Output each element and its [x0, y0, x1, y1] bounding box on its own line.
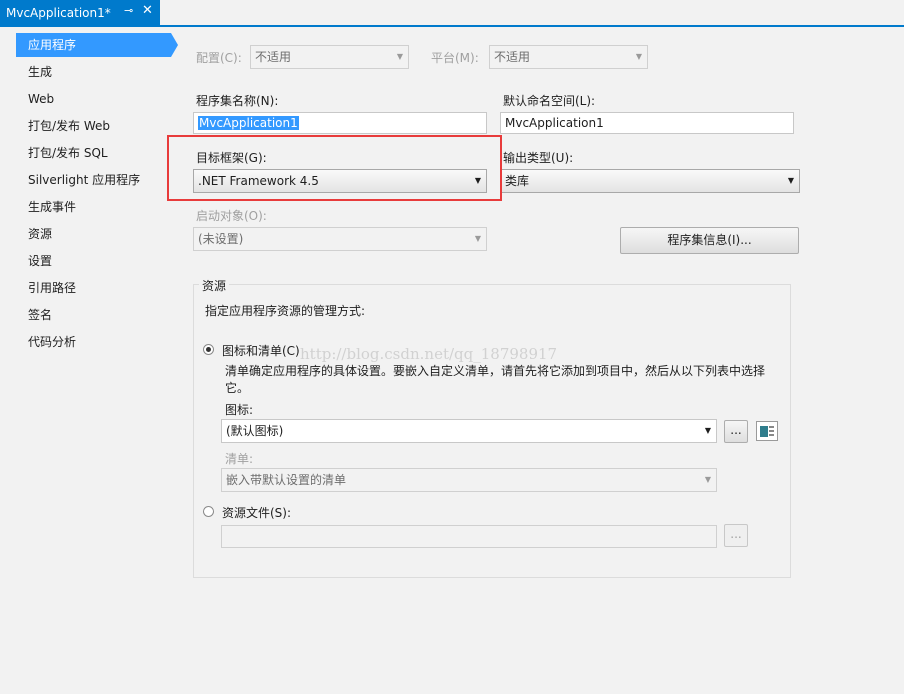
sidebar-item-package-sql[interactable]: 打包/发布 SQL [16, 141, 171, 165]
icon-label: 图标: [225, 403, 254, 417]
assembly-name-value: MvcApplication1 [198, 116, 299, 130]
platform-value: 不适用 [494, 50, 531, 64]
output-type-value: 类库 [505, 174, 530, 188]
assembly-info-button[interactable]: 程序集信息(I)... [620, 227, 799, 254]
assembly-name-input[interactable]: MvcApplication1 [193, 112, 487, 134]
sidebar-item-code-analysis[interactable]: 代码分析 [16, 330, 171, 354]
config-select: 不适用 ▼ [250, 45, 409, 69]
sidebar-item-silverlight[interactable]: Silverlight 应用程序 [16, 168, 171, 192]
chevron-down-icon: ▼ [474, 234, 481, 243]
manifest-value: 嵌入带默认设置的清单 [226, 473, 347, 487]
chevron-down-icon: ▼ [635, 52, 642, 61]
sidebar-item-package-web[interactable]: 打包/发布 Web [16, 114, 171, 138]
sidebar-item-build-events[interactable]: 生成事件 [16, 195, 171, 219]
sidebar-item-application[interactable]: 应用程序 [16, 33, 171, 57]
sidebar-item-resources[interactable]: 资源 [16, 222, 171, 246]
icon-browse-button[interactable]: ... [724, 420, 748, 443]
chevron-down-icon: ▼ [704, 426, 711, 435]
namespace-label: 默认命名空间(L): [503, 94, 596, 108]
resource-file-radio-label[interactable]: 资源文件(S): [222, 504, 291, 521]
resources-description: 指定应用程序资源的管理方式: [205, 304, 366, 318]
chevron-down-icon: ▼ [787, 176, 794, 185]
output-type-select[interactable]: 类库 ▼ [500, 169, 800, 193]
platform-select: 不适用 ▼ [489, 45, 648, 69]
pin-icon[interactable]: ⊸ [124, 4, 133, 17]
startup-object-value: (未设置) [198, 232, 244, 246]
chevron-down-icon: ▼ [704, 475, 711, 484]
watermark: http://blog.csdn.net/qq_18798917 [300, 345, 558, 363]
namespace-value: MvcApplication1 [505, 116, 604, 130]
assembly-name-label: 程序集名称(N): [196, 94, 279, 108]
icon-manifest-help-line2: 它。 [225, 381, 250, 395]
sidebar-item-build[interactable]: 生成 [16, 60, 171, 84]
sidebar-item-settings[interactable]: 设置 [16, 249, 171, 273]
chevron-down-icon: ▼ [396, 52, 403, 61]
config-value: 不适用 [255, 50, 292, 64]
resource-file-radio[interactable] [203, 506, 214, 517]
output-type-label: 输出类型(U): [503, 151, 574, 165]
platform-label: 平台(M): [431, 51, 479, 65]
startup-object-select: (未设置) ▼ [193, 227, 487, 251]
highlight-box [167, 135, 502, 201]
icon-manifest-radio[interactable] [203, 344, 214, 355]
startup-object-label: 启动对象(O): [196, 209, 267, 223]
tab-underline [0, 25, 904, 27]
sidebar-item-reference-paths[interactable]: 引用路径 [16, 276, 171, 300]
icon-manifest-help-line1: 清单确定应用程序的具体设置。要嵌入自定义清单，请首先将它添加到项目中，然后从以下… [225, 364, 766, 378]
resources-group-title: 资源 [199, 277, 230, 294]
sidebar-item-signing[interactable]: 签名 [16, 303, 171, 327]
resource-file-browse-button: ... [724, 524, 748, 547]
close-icon[interactable]: ✕ [142, 3, 153, 18]
icon-preview-icon [756, 421, 778, 441]
resource-file-input [221, 525, 717, 548]
icon-manifest-radio-label[interactable]: 图标和清单(C) [222, 342, 300, 359]
active-arrow [171, 33, 178, 57]
sidebar-item-web[interactable]: Web [16, 87, 171, 111]
document-tab[interactable]: MvcApplication1* ⊸ ✕ [0, 0, 160, 25]
manifest-select: 嵌入带默认设置的清单 ▼ [221, 468, 717, 492]
manifest-label: 清单: [225, 452, 254, 466]
tab-title: MvcApplication1* [6, 5, 111, 20]
config-label: 配置(C): [196, 51, 242, 65]
icon-select[interactable]: (默认图标) ▼ [221, 419, 717, 443]
namespace-input[interactable]: MvcApplication1 [500, 112, 794, 134]
icon-value: (默认图标) [226, 424, 284, 438]
